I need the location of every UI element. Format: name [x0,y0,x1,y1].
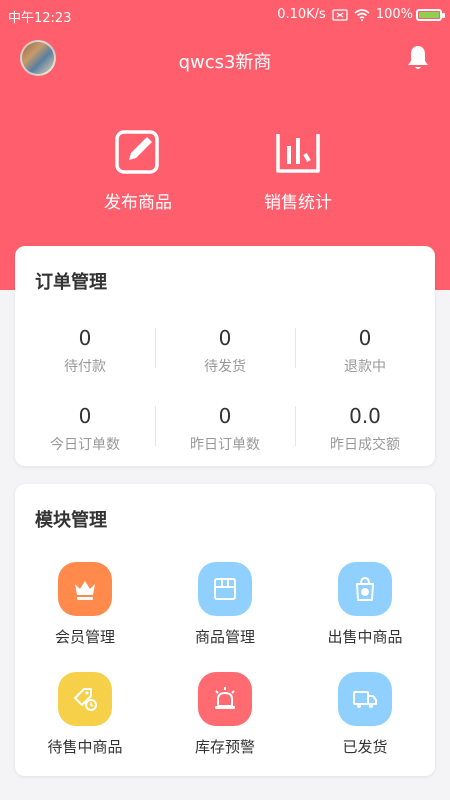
publish-product-label: 发布商品 [104,193,172,213]
module-label: 出售中商品 [327,628,403,646]
bar-chart-icon [276,134,320,173]
module-label: 商品管理 [194,628,255,646]
order-management-title: 订单管理 [35,272,107,293]
stat-pending-shipment[interactable]: 0 待发货 [155,326,295,376]
module-management-card: 模块管理 会员管理 商品管理 出售中商品 待售中商品 库存预警 已发货 [15,484,435,776]
stat-today-orders[interactable]: 0 今日订单数 [15,404,155,454]
shopping-bag-icon [356,576,374,601]
module-icon-bg [198,562,252,616]
top-bar: qwcs3新商 [0,40,450,82]
stat-label: 昨日订单数 [190,437,260,453]
truck-icon [353,691,377,708]
stat-yesterday-orders[interactable]: 0 昨日订单数 [155,404,295,454]
edit-icon [115,130,159,174]
module-management-title: 模块管理 [35,510,107,531]
wifi-icon [354,8,370,21]
module-product-management[interactable]: 商品管理 [155,562,295,647]
app-screen: 中午12:23 0.10K/s 100% qwcs3新商 发布商品 销售统计 订… [0,0,450,800]
tag-clock-icon [74,688,97,711]
stat-value: 0 [78,404,92,428]
crown-icon [75,581,95,600]
module-icon-bg [58,562,112,616]
sales-stats-label: 销售统计 [264,193,332,213]
module-icon-bg [338,672,392,726]
sim-icon [332,8,348,21]
stat-label: 待发货 [204,359,246,375]
order-management-card: 订单管理 0 待付款 0 待发货 0 退款中 0 今日订单数 0 昨日订单数 0… [15,246,435,466]
stat-value: 0.0 [349,404,381,428]
module-pending-sale-products[interactable]: 待售中商品 [15,672,155,757]
status-indicators: 0.10K/s 100% [277,7,445,22]
bell-icon[interactable] [406,44,430,72]
stat-value: 0 [358,326,372,350]
alarm-icon [215,687,235,709]
module-stock-warning[interactable]: 库存预警 [155,672,295,757]
stat-label: 昨日成交额 [330,437,400,453]
module-on-sale-products[interactable]: 出售中商品 [295,562,435,647]
module-icon-bg [58,672,112,726]
module-icon-bg [338,562,392,616]
box-icon [214,578,236,600]
stat-label: 退款中 [344,359,386,375]
stat-value: 0 [218,404,232,428]
stat-pending-payment[interactable]: 0 待付款 [15,326,155,376]
module-member-management[interactable]: 会员管理 [15,562,155,647]
stat-refunding[interactable]: 0 退款中 [295,326,435,376]
stat-value: 0 [218,326,232,350]
module-label: 库存预警 [194,738,255,756]
module-shipped[interactable]: 已发货 [295,672,435,757]
stat-label: 今日订单数 [50,437,120,453]
module-icon-bg [198,672,252,726]
stat-label: 待付款 [64,359,106,375]
battery-icon [416,8,445,21]
battery-percent: 100% [375,7,413,22]
sales-stats-button[interactable]: 销售统计 [228,126,368,213]
stat-value: 0 [78,326,92,350]
status-time: 中午12:23 [8,11,72,26]
page-title: qwcs3新商 [178,52,272,73]
status-bar: 中午12:23 0.10K/s 100% [0,0,450,32]
network-speed: 0.10K/s [277,7,326,22]
module-label: 待售中商品 [47,738,123,756]
publish-product-button[interactable]: 发布商品 [68,126,208,213]
battery-indicator: 100% [375,7,445,22]
module-label: 已发货 [342,738,388,756]
stat-yesterday-turnover[interactable]: 0.0 昨日成交额 [295,404,435,454]
module-label: 会员管理 [54,628,115,646]
